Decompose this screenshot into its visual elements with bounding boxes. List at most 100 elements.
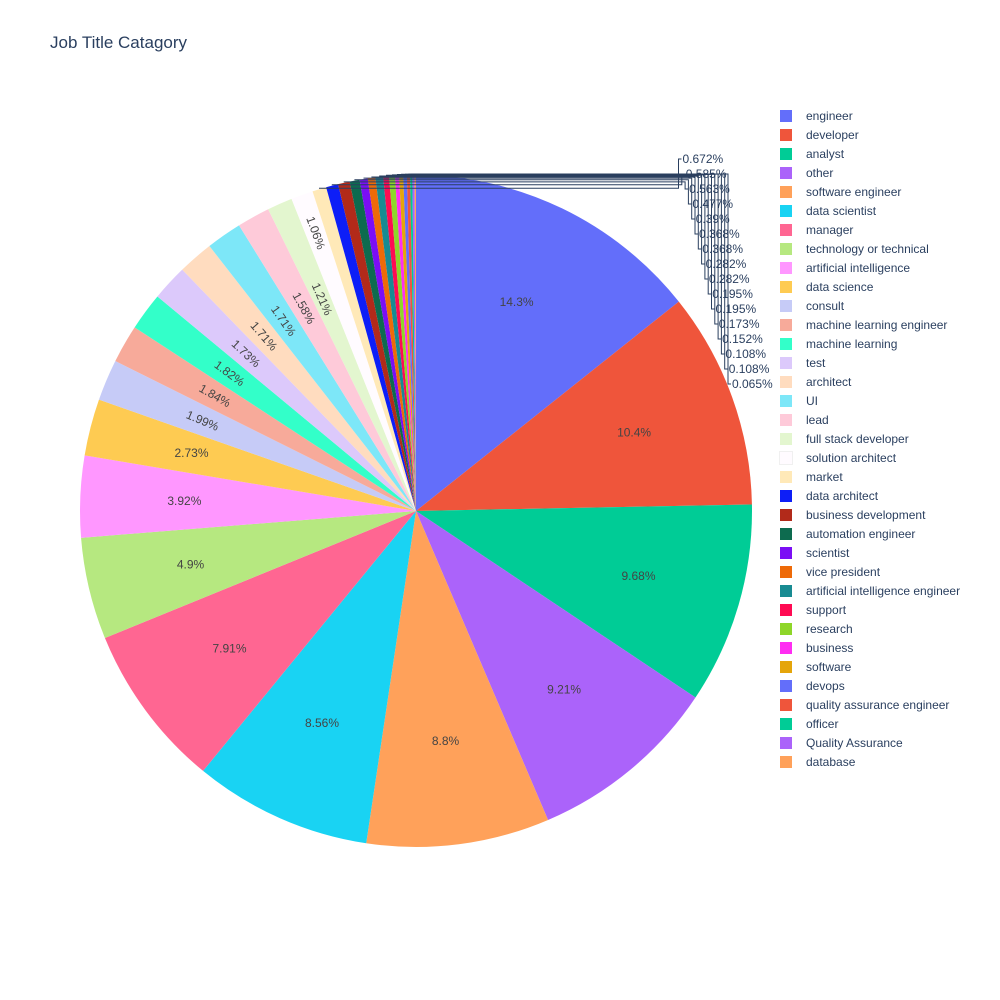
legend-swatch [780,299,792,312]
legend-swatch [780,261,792,274]
legend-label: lead [806,412,829,427]
legend-label: UI [806,393,818,408]
legend-item-software-engineer[interactable]: software engineer [776,182,960,201]
data-label-quality-assurance: 0.108% [729,362,770,376]
legend-label: scientist [806,545,850,560]
legend-label: vice president [806,564,881,579]
data-label-engineer: 14.3% [500,295,534,309]
legend-item-solution-architect[interactable]: solution architect [776,448,960,467]
legend-label: business development [806,507,926,522]
legend-item-market[interactable]: market [776,467,960,486]
legend-swatch [780,242,792,255]
legend-label: software engineer [806,184,902,199]
legend-swatch [780,185,792,198]
legend-swatch [780,546,792,559]
legend-label: architect [806,374,852,389]
legend-label: machine learning [806,336,898,351]
legend-label: software [806,659,852,674]
legend-swatch [780,147,792,160]
data-label-artificial-intelligence: 3.92% [167,494,201,508]
legend-label: full stack developer [806,431,909,446]
legend-label: artificial intelligence engineer [806,583,961,598]
legend-label: developer [806,127,859,142]
legend-item-test[interactable]: test [776,353,960,372]
legend-label: database [806,754,856,769]
legend-swatch [780,736,792,749]
legend-label: engineer [806,108,853,123]
legend-swatch [780,166,792,179]
legend-item-data-architect[interactable]: data architect [776,486,960,505]
legend-item-ui[interactable]: UI [776,391,960,410]
legend-label: technology or technical [806,241,929,256]
legend-label: support [806,602,847,617]
legend-swatch [780,432,792,445]
legend-item-consult[interactable]: consult [776,296,960,315]
legend-item-architect[interactable]: architect [776,372,960,391]
legend-item-business[interactable]: business [776,638,960,657]
legend-swatch [779,450,793,465]
legend-label: data architect [806,488,879,503]
legend-item-quality-assurance-engineer[interactable]: quality assurance engineer [776,695,960,714]
data-label-manager: 7.91% [212,642,246,656]
data-label-market: 0.672% [683,152,724,166]
legend-label: data scientist [806,203,877,218]
legend-label: solution architect [806,450,897,465]
legend-swatch [780,394,792,407]
legend-swatch [780,109,792,122]
legend-item-quality-assurance[interactable]: Quality Assurance [776,733,960,752]
legend-item-engineer[interactable]: engineer [776,106,960,125]
legend-swatch [780,508,792,521]
legend-item-full-stack-developer[interactable]: full stack developer [776,429,960,448]
legend-swatch [780,204,792,217]
legend-item-artificial-intelligence-engineer[interactable]: artificial intelligence engineer [776,581,960,600]
legend-label: Quality Assurance [806,735,903,750]
legend-item-manager[interactable]: manager [776,220,960,239]
legend-item-vice-president[interactable]: vice president [776,562,960,581]
legend-swatch [780,223,792,236]
legend-item-devops[interactable]: devops [776,676,960,695]
legend-swatch [780,375,792,388]
data-label-data-science: 2.73% [174,446,208,460]
legend-swatch [780,489,792,502]
legend-item-developer[interactable]: developer [776,125,960,144]
legend-item-data-science[interactable]: data science [776,277,960,296]
legend-item-machine-learning-engineer[interactable]: machine learning engineer [776,315,960,334]
data-label-analyst: 9.68% [621,569,655,583]
legend-swatch [780,717,792,730]
legend-swatch [780,527,792,540]
legend-label: machine learning engineer [806,317,948,332]
legend-item-artificial-intelligence[interactable]: artificial intelligence [776,258,960,277]
legend-item-officer[interactable]: officer [776,714,960,733]
legend-swatch [780,698,792,711]
legend-item-business-development[interactable]: business development [776,505,960,524]
legend-item-database[interactable]: database [776,752,960,771]
legend-swatch [780,622,792,635]
legend-label: other [806,165,834,180]
data-label-data-scientist: 8.56% [305,716,339,730]
legend-item-lead[interactable]: lead [776,410,960,429]
legend-item-technology-or-technical[interactable]: technology or technical [776,239,960,258]
legend-item-machine-learning[interactable]: machine learning [776,334,960,353]
legend-swatch [780,679,792,692]
data-label-database: 0.065% [732,377,773,391]
legend-label: manager [806,222,854,237]
legend-item-software[interactable]: software [776,657,960,676]
data-label-officer: 0.108% [725,347,766,361]
legend-item-other[interactable]: other [776,163,960,182]
legend-swatch [780,470,792,483]
legend-item-support[interactable]: support [776,600,960,619]
legend-label: data science [806,279,874,294]
legend-label: automation engineer [806,526,916,541]
legend-swatch [780,584,792,597]
legend-label: analyst [806,146,845,161]
data-label-other: 9.21% [547,682,581,696]
legend-swatch [780,641,792,654]
legend-item-automation-engineer[interactable]: automation engineer [776,524,960,543]
legend-swatch [780,565,792,578]
legend-item-scientist[interactable]: scientist [776,543,960,562]
legend-swatch [780,603,792,616]
legend-item-research[interactable]: research [776,619,960,638]
legend-item-analyst[interactable]: analyst [776,144,960,163]
legend-item-data-scientist[interactable]: data scientist [776,201,960,220]
legend-label: consult [806,298,845,313]
